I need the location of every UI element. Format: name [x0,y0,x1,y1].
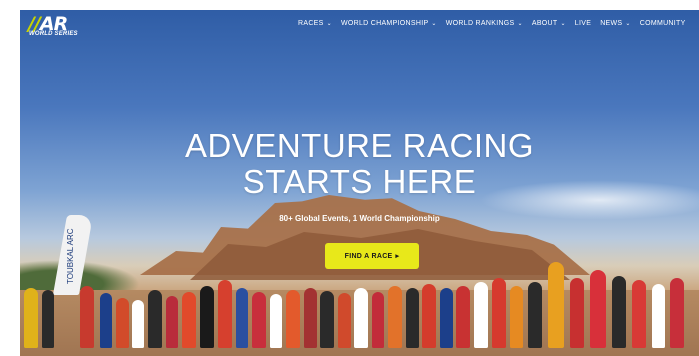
chevron-down-icon: ⌄ [431,21,437,27]
runner [100,293,112,348]
nav-community[interactable]: COMMUNITY [640,20,686,27]
hero-title-line2: STARTS HERE [242,163,477,200]
runner [304,288,317,348]
runner [286,290,300,348]
runner [612,276,626,348]
runner [182,292,196,348]
runner [338,293,351,348]
runner [570,278,584,348]
ar-world-series-logo[interactable]: //AR WORLD SERIES [28,13,108,39]
runner [354,288,368,348]
runner [116,298,129,348]
chevron-down-icon: ⌄ [326,21,332,27]
runner [24,288,38,348]
chevron-down-icon: ⌄ [517,21,523,27]
nav-world-rankings[interactable]: WORLD RANKINGS ⌄ [446,20,523,27]
runner [528,282,542,348]
runner [590,270,606,348]
runner [218,280,232,348]
main-menu: RACES ⌄ WORLD CHAMPIONSHIP ⌄ WORLD RANKING… [298,20,686,27]
runner [42,290,54,348]
runner [422,284,436,348]
chevron-down-icon: ⌄ [560,21,566,27]
runner [270,294,282,348]
find-a-race-label: FIND A RACE [344,252,393,260]
find-a-race-button[interactable]: FIND A RACE ▸ [325,243,419,269]
nav-live[interactable]: LIVE [575,20,591,27]
runner [440,288,453,348]
runner [548,262,564,348]
runner [132,300,144,348]
hero-subtitle: 80+ Global Events, 1 World Championship [279,214,440,223]
hero-title-line1: ADVENTURE RACING [184,127,535,164]
top-navigation: //AR WORLD SERIES RACES ⌄ WORLD CHAMPIONS… [20,10,699,42]
logo-subtitle: WORLD SERIES [29,31,78,37]
runner [372,292,384,348]
runner [510,286,523,348]
runner [492,278,506,348]
hero-background: TOUBKAL ARC //AR WORLD SERIES RACES ⌄ WO… [20,10,699,356]
runner [388,286,402,348]
runner [166,296,178,348]
play-arrow-icon: ▸ [395,253,400,260]
runners-crowd [20,258,699,348]
nav-news[interactable]: NEWS ⌄ [600,20,631,27]
runner [200,286,214,348]
runner [406,288,419,348]
runner [632,280,646,348]
runner [236,288,248,348]
runner [456,286,470,348]
runner [80,286,94,348]
nav-about[interactable]: ABOUT ⌄ [532,20,566,27]
runner [148,290,162,348]
nav-world-championship[interactable]: WORLD CHAMPIONSHIP ⌄ [341,20,437,27]
runner [652,284,665,348]
runner [252,292,266,348]
hero-content: ADVENTURE RACING STARTS HERE 80+ Global … [20,127,699,224]
nav-races[interactable]: RACES ⌄ [298,20,332,27]
runner [320,291,334,348]
chevron-down-icon: ⌄ [625,21,631,27]
runner [474,282,488,348]
runner [670,278,684,348]
